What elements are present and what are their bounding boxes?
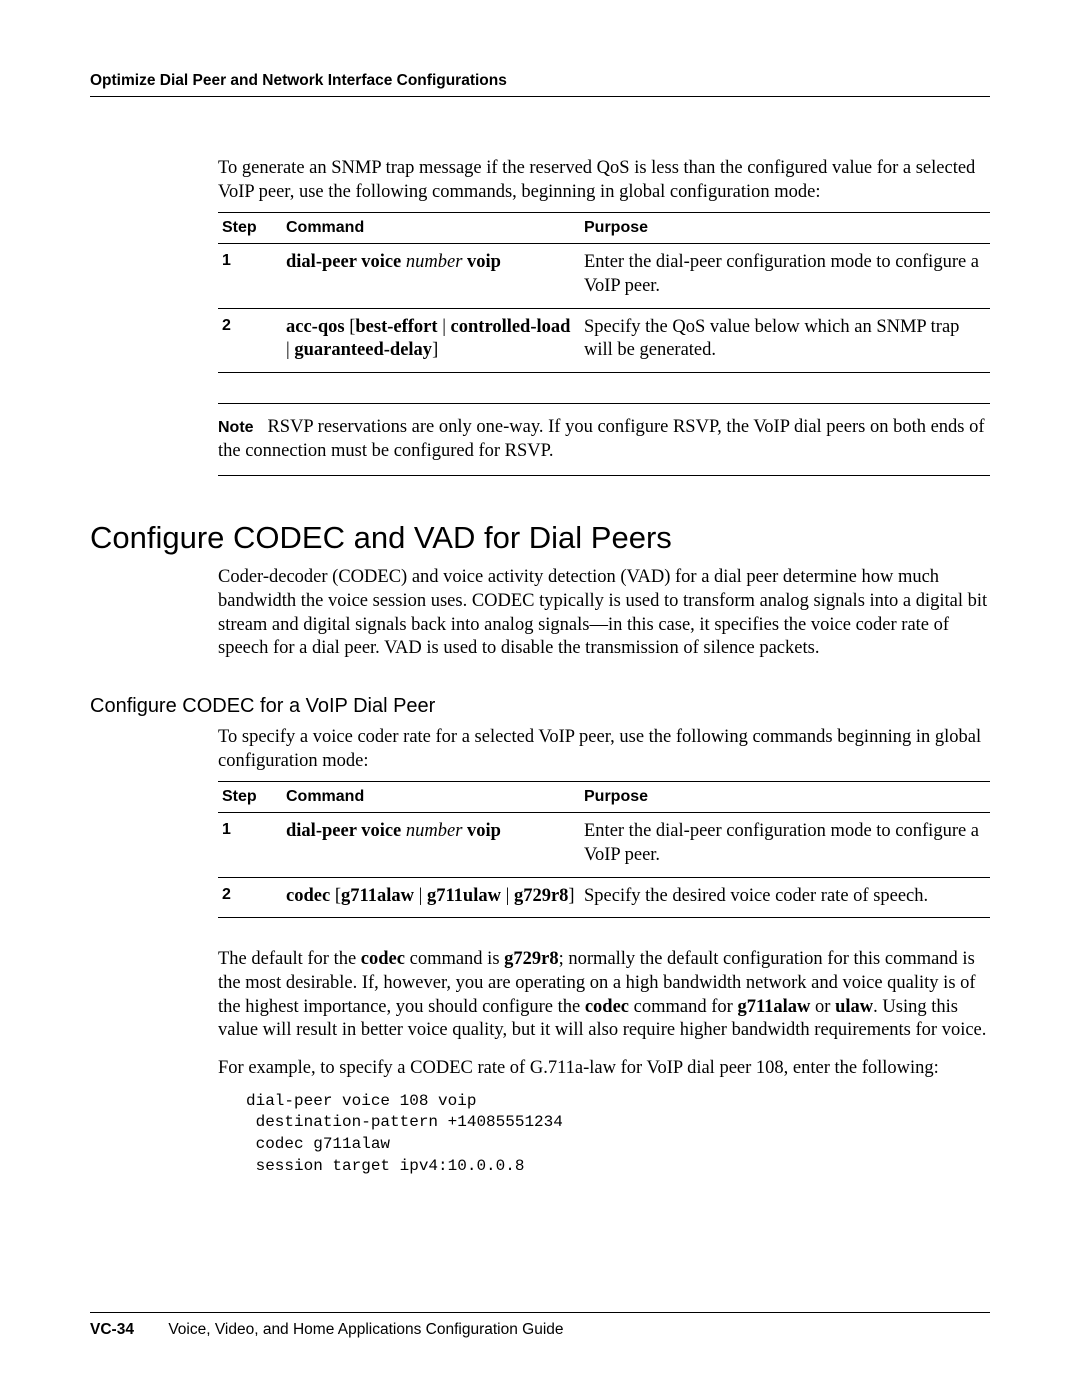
- inline-bold: g729r8: [504, 949, 558, 969]
- col-command: Command: [282, 782, 580, 813]
- purpose-cell: Enter the dial-peer configuration mode t…: [580, 813, 990, 877]
- cmd-keyword: dial-peer voice: [286, 821, 401, 841]
- cmd-keyword: voip: [467, 821, 501, 841]
- cmd-arg: number: [406, 252, 463, 272]
- table-codec-commands: Step Command Purpose 1 dial-peer voice n…: [218, 781, 990, 918]
- cmd-delim: [: [330, 886, 341, 906]
- text: The default for the: [218, 949, 361, 969]
- page-number: VC-34: [90, 1321, 164, 1339]
- intro-paragraph: To generate an SNMP trap message if the …: [218, 157, 990, 204]
- purpose-cell: Specify the QoS value below which an SNM…: [580, 308, 990, 372]
- command-cell: dial-peer voice number voip: [282, 244, 580, 308]
- cmd-delim: |: [501, 886, 514, 906]
- col-step: Step: [218, 782, 282, 813]
- step-number: 2: [218, 877, 282, 918]
- section-codec-vad-intro: Coder-decoder (CODEC) and voice activity…: [218, 566, 990, 661]
- note-body: RSVP reservations are only one-way. If y…: [218, 417, 985, 461]
- text: command is: [405, 949, 504, 969]
- cmd-delim: ]: [432, 340, 438, 360]
- running-head: Optimize Dial Peer and Network Interface…: [90, 72, 990, 97]
- purpose-cell: Enter the dial-peer configuration mode t…: [580, 244, 990, 308]
- note-block: Note RSVP reservations are only one-way.…: [218, 403, 990, 476]
- table-row: 1 dial-peer voice number voip Enter the …: [218, 244, 990, 308]
- text: or: [810, 997, 835, 1017]
- step-number: 1: [218, 244, 282, 308]
- note-label: Note: [218, 419, 254, 436]
- command-cell: acc-qos [best-effort | controlled-load |…: [282, 308, 580, 372]
- command-cell: dial-peer voice number voip: [282, 813, 580, 877]
- heading-codec-vad: Configure CODEC and VAD for Dial Peers: [90, 520, 990, 556]
- section-codec-voip: To specify a voice coder rate for a sele…: [218, 726, 990, 1177]
- cmd-delim: |: [414, 886, 427, 906]
- cmd-option: g729r8: [514, 886, 568, 906]
- table-snmp-commands: Step Command Purpose 1 dial-peer voice n…: [218, 212, 990, 373]
- cmd-option: best-effort: [355, 317, 437, 337]
- col-purpose: Purpose: [580, 782, 990, 813]
- table-row: 2 codec [g711alaw | g711ulaw | g729r8] S…: [218, 877, 990, 918]
- example-paragraph: For example, to specify a CODEC rate of …: [218, 1057, 990, 1081]
- section-snmp-trap: To generate an SNMP trap message if the …: [218, 157, 990, 476]
- cmd-delim: ]: [568, 886, 574, 906]
- cmd-option: g711alaw: [341, 886, 414, 906]
- heading-codec-voip: Configure CODEC for a VoIP Dial Peer: [90, 695, 990, 718]
- default-codec-paragraph: The default for the codec command is g72…: [218, 948, 990, 1043]
- table-row: 1 dial-peer voice number voip Enter the …: [218, 813, 990, 877]
- step-number: 2: [218, 308, 282, 372]
- cmd-arg: number: [406, 821, 463, 841]
- cmd-delim: [: [345, 317, 356, 337]
- col-step: Step: [218, 213, 282, 244]
- cmd-keyword: dial-peer voice: [286, 252, 401, 272]
- code-example: dial-peer voice 108 voip destination-pat…: [246, 1091, 990, 1177]
- table-header-row: Step Command Purpose: [218, 213, 990, 244]
- inline-bold: ulaw: [835, 997, 873, 1017]
- cmd-delim: |: [438, 317, 451, 337]
- h2-paragraph: To specify a voice coder rate for a sele…: [218, 726, 990, 773]
- h1-paragraph: Coder-decoder (CODEC) and voice activity…: [218, 566, 990, 661]
- cmd-keyword: codec: [286, 886, 330, 906]
- step-number: 1: [218, 813, 282, 877]
- col-command: Command: [282, 213, 580, 244]
- inline-bold: codec: [361, 949, 405, 969]
- table-row: 2 acc-qos [best-effort | controlled-load…: [218, 308, 990, 372]
- cmd-option: controlled-load: [451, 317, 571, 337]
- cmd-option: guaranteed-delay: [294, 340, 432, 360]
- cmd-keyword: voip: [467, 252, 501, 272]
- cmd-option: g711ulaw: [427, 886, 501, 906]
- table-header-row: Step Command Purpose: [218, 782, 990, 813]
- cmd-keyword: acc-qos: [286, 317, 345, 337]
- page: Optimize Dial Peer and Network Interface…: [0, 0, 1080, 1397]
- purpose-cell: Specify the desired voice coder rate of …: [580, 877, 990, 918]
- inline-bold: g711alaw: [737, 997, 810, 1017]
- text: command for: [629, 997, 737, 1017]
- footer-title: Voice, Video, and Home Applications Conf…: [168, 1321, 563, 1338]
- command-cell: codec [g711alaw | g711ulaw | g729r8]: [282, 877, 580, 918]
- col-purpose: Purpose: [580, 213, 990, 244]
- page-footer: VC-34 Voice, Video, and Home Application…: [90, 1312, 990, 1339]
- note-text: Note RSVP reservations are only one-way.…: [218, 416, 990, 463]
- inline-bold: codec: [585, 997, 629, 1017]
